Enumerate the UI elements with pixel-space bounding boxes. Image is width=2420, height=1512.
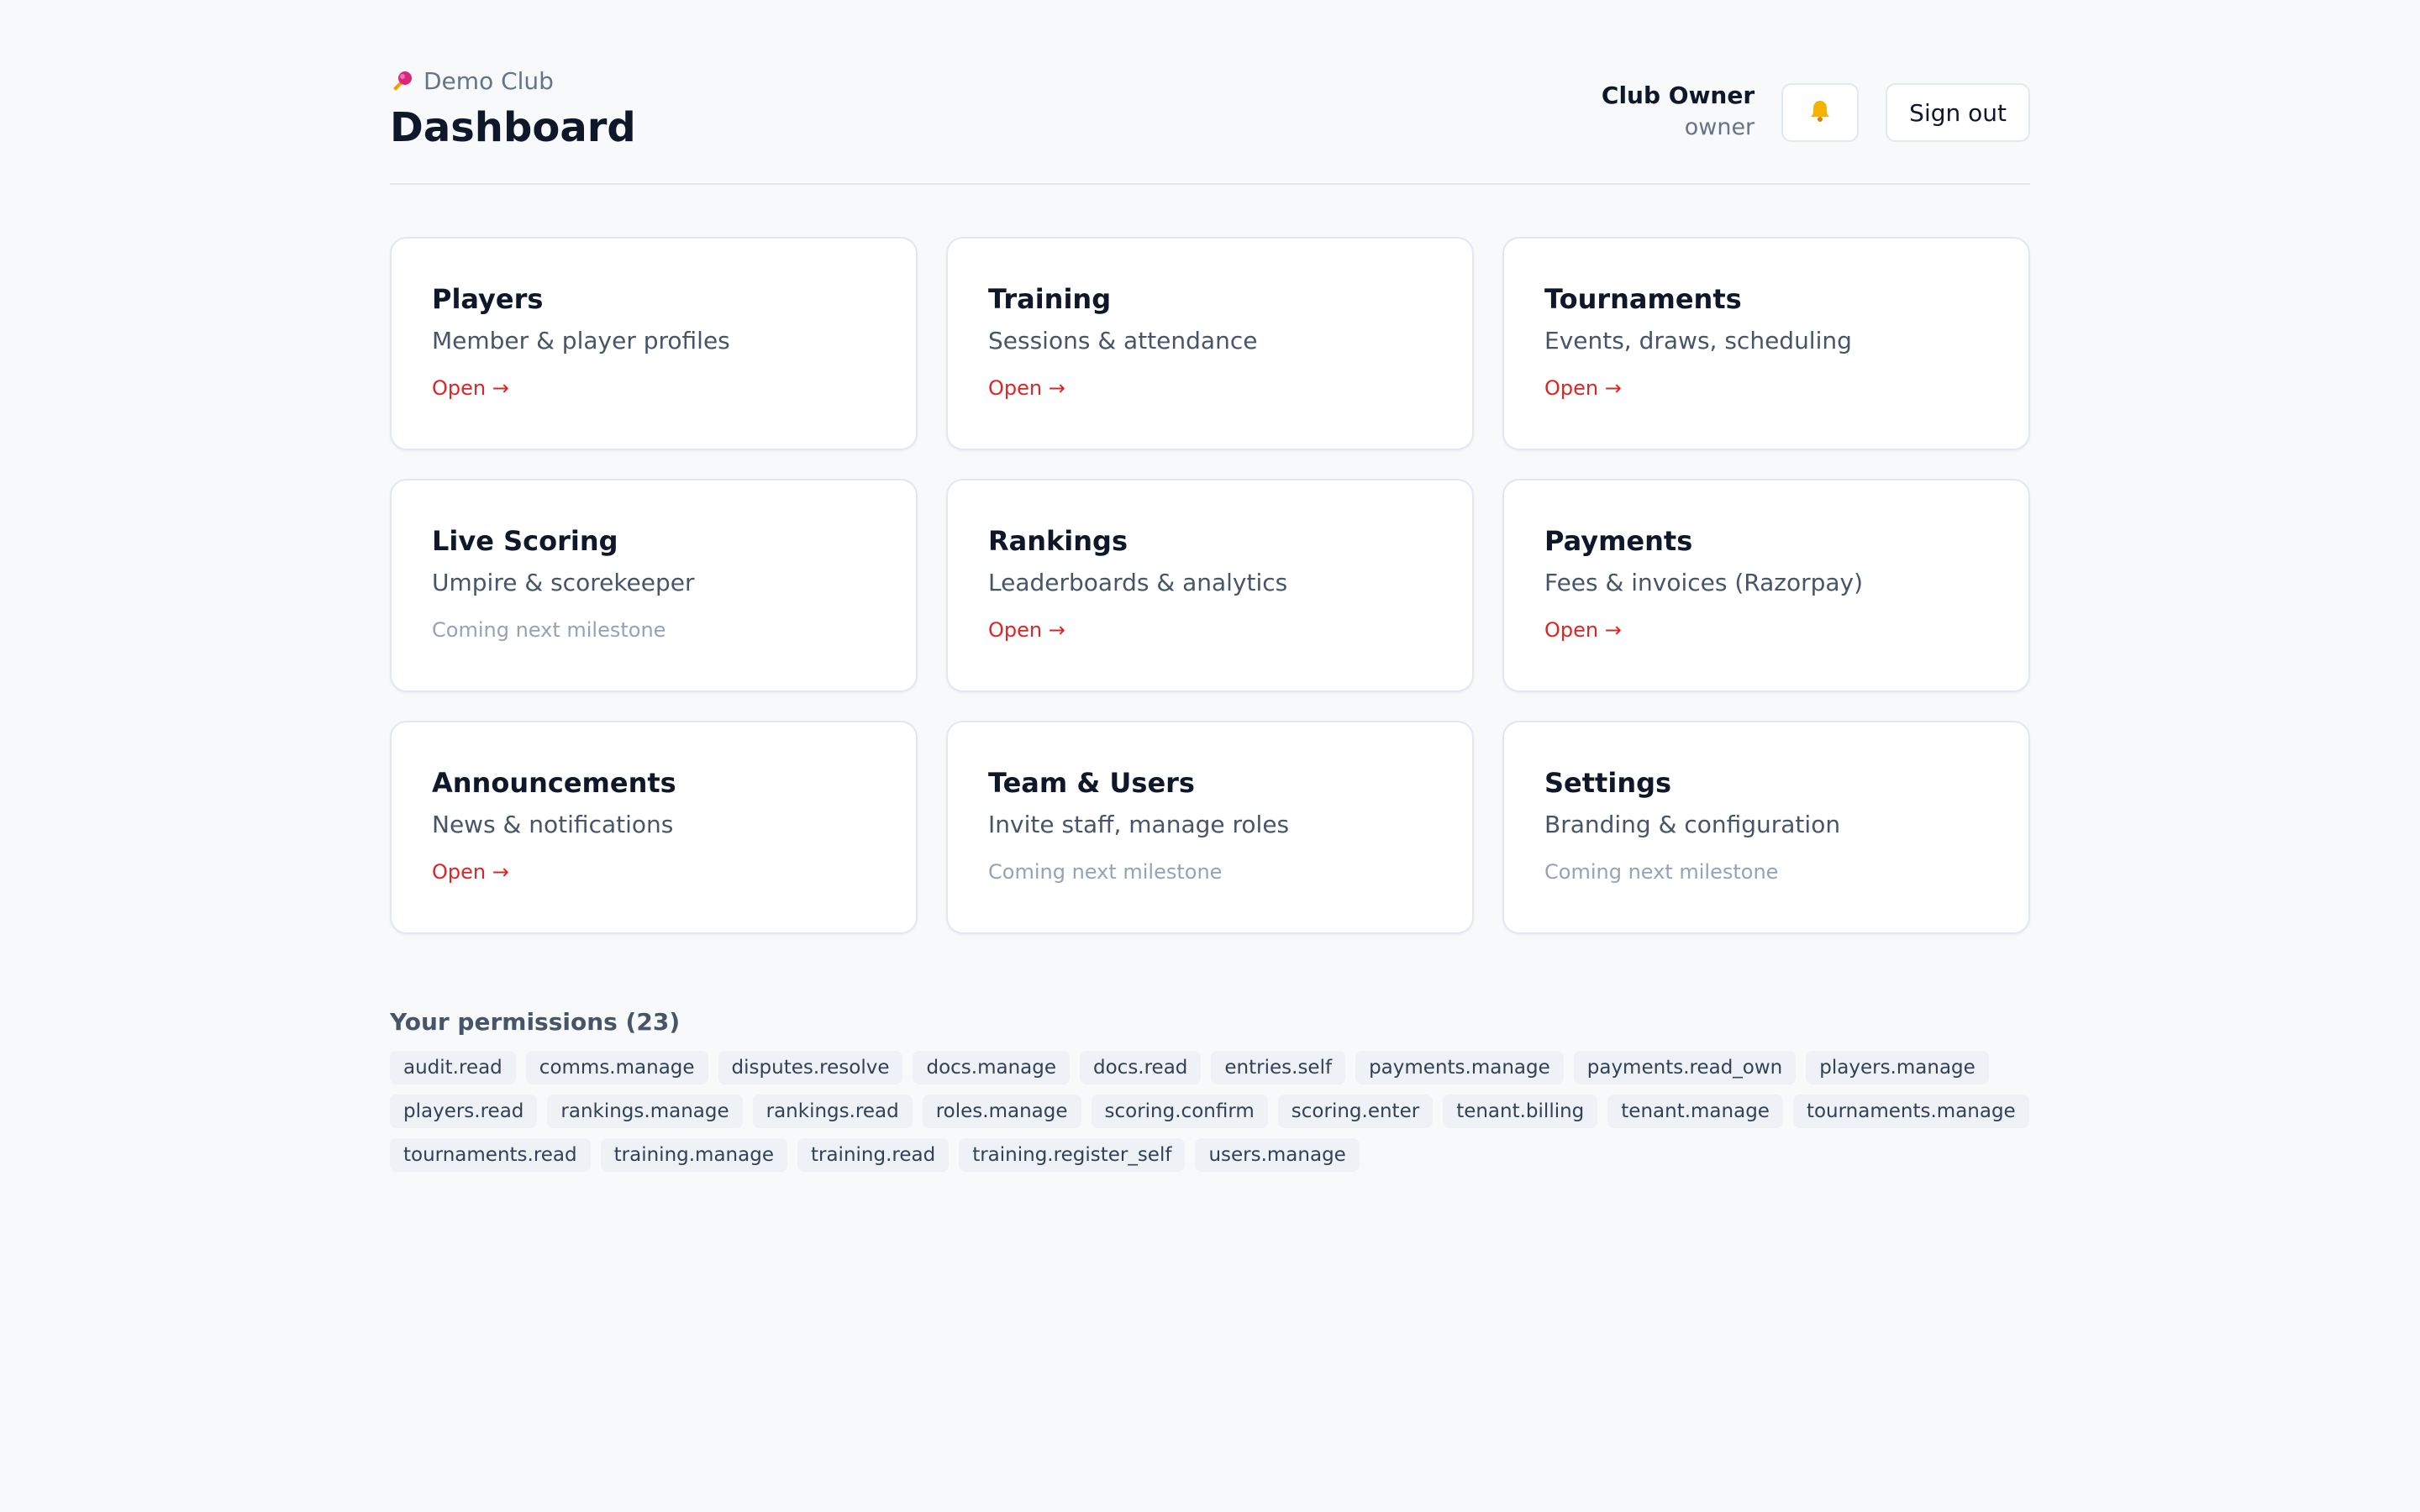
card-description: Sessions & attendance	[988, 327, 1258, 354]
permission-chip: players.read	[390, 1095, 538, 1128]
bell-icon	[1807, 98, 1833, 127]
permission-chip: tenant.billing	[1443, 1095, 1598, 1128]
module-card-tournaments[interactable]: Tournaments Events, draws, scheduling Open…	[1502, 237, 2030, 450]
permissions-section: Your permissions (23) audit.read comms.ma…	[390, 1008, 2037, 1172]
card-description: Fees & invoices (Razorpay)	[1544, 569, 1864, 596]
user-name: Club Owner	[1601, 81, 1755, 109]
card-open-link[interactable]: Open →	[988, 375, 1432, 402]
permission-chip: scoring.enter	[1277, 1095, 1434, 1128]
module-card-training[interactable]: Training Sessions & attendance Open →	[946, 237, 1474, 450]
permission-chip: payments.manage	[1355, 1051, 1564, 1084]
permission-chip: comms.manage	[525, 1051, 708, 1084]
card-title: Announcements	[432, 767, 676, 799]
page-header: Demo Club Dashboard Club Owner owner Sig…	[390, 0, 2030, 185]
permission-chip: disputes.resolve	[718, 1051, 903, 1084]
card-open-link[interactable]: Open →	[988, 617, 1432, 643]
permission-chip: users.manage	[1195, 1138, 1360, 1172]
permission-chip: rankings.manage	[547, 1095, 743, 1128]
card-title: Settings	[1544, 767, 1672, 799]
card-description: Member & player profiles	[432, 327, 730, 354]
notifications-button[interactable]	[1781, 83, 1860, 142]
card-open-link[interactable]: Open →	[432, 375, 876, 402]
modules-grid: Players Member & player profiles Open → Tra…	[390, 237, 2030, 934]
card-description: Branding & configuration	[1544, 811, 1841, 838]
user-role: owner	[1684, 114, 1755, 140]
permission-chip: rankings.read	[752, 1095, 913, 1128]
module-card-team-users: Team & Users Invite staff, manage roles Co…	[946, 721, 1474, 934]
card-title: Tournaments	[1544, 283, 1742, 315]
permission-chip: docs.read	[1080, 1051, 1202, 1084]
card-title: Team & Users	[988, 767, 1195, 799]
module-card-payments[interactable]: Payments Fees & invoices (Razorpay) Open →	[1502, 479, 2030, 692]
card-description: Umpire & scorekeeper	[432, 569, 695, 596]
card-title: Live Scoring	[432, 525, 618, 557]
permission-chip: docs.manage	[913, 1051, 1070, 1084]
module-card-rankings[interactable]: Rankings Leaderboards & analytics Open →	[946, 479, 1474, 692]
card-title: Rankings	[988, 525, 1128, 557]
permission-chip: tenant.manage	[1607, 1095, 1783, 1128]
permission-chip: roles.manage	[922, 1095, 1081, 1128]
sign-out-button[interactable]: Sign out	[1886, 83, 2030, 142]
permission-chip: entries.self	[1211, 1051, 1346, 1084]
permission-chip: tournaments.manage	[1792, 1095, 2029, 1128]
card-title: Training	[988, 283, 1112, 315]
card-description: Events, draws, scheduling	[1544, 327, 1852, 354]
user-block: Club Owner owner Sign out	[1602, 81, 2030, 144]
permissions-list: audit.read comms.manage disputes.resolve do…	[390, 1051, 2037, 1172]
card-coming-soon-label: Coming next milestone	[1544, 860, 1779, 884]
permission-chip: training.register_self	[959, 1138, 1186, 1172]
permissions-title: Your permissions (23)	[390, 1008, 681, 1036]
module-card-announcements[interactable]: Announcements News & notifications Open →	[390, 721, 918, 934]
permission-chip: training.manage	[600, 1138, 787, 1172]
module-card-players[interactable]: Players Member & player profiles Open →	[390, 237, 918, 450]
card-description: Leaderboards & analytics	[988, 569, 1288, 596]
module-card-settings: Settings Branding & configuration Coming n…	[1502, 721, 2030, 934]
module-card-live-scoring: Live Scoring Umpire & scorekeeper Coming n…	[390, 479, 918, 692]
card-open-link[interactable]: Open →	[1544, 375, 1988, 402]
card-coming-soon-label: Coming next milestone	[988, 860, 1223, 884]
page: Demo Club Dashboard Club Owner owner Sig…	[390, 0, 2030, 1172]
card-open-link[interactable]: Open →	[432, 858, 876, 885]
permission-chip: tournaments.read	[390, 1138, 591, 1172]
permission-chip: payments.read_own	[1573, 1051, 1797, 1084]
club-brand: Demo Club	[390, 67, 554, 95]
card-title: Players	[432, 283, 544, 315]
card-coming-soon-label: Coming next milestone	[432, 618, 666, 642]
permission-chip: audit.read	[390, 1051, 516, 1084]
card-title: Payments	[1544, 525, 1693, 557]
card-description: News & notifications	[432, 811, 674, 838]
permission-chip: training.read	[797, 1138, 950, 1172]
shuttlecock-logo-icon	[390, 70, 413, 93]
permission-chip: players.manage	[1806, 1051, 1989, 1084]
permission-chip: scoring.confirm	[1091, 1095, 1268, 1128]
card-open-link[interactable]: Open →	[1544, 617, 1988, 643]
user-meta: Club Owner owner	[1602, 81, 1754, 144]
card-description: Invite staff, manage roles	[988, 811, 1290, 838]
page-title: Dashboard	[390, 104, 636, 151]
club-name: Demo Club	[424, 67, 554, 95]
